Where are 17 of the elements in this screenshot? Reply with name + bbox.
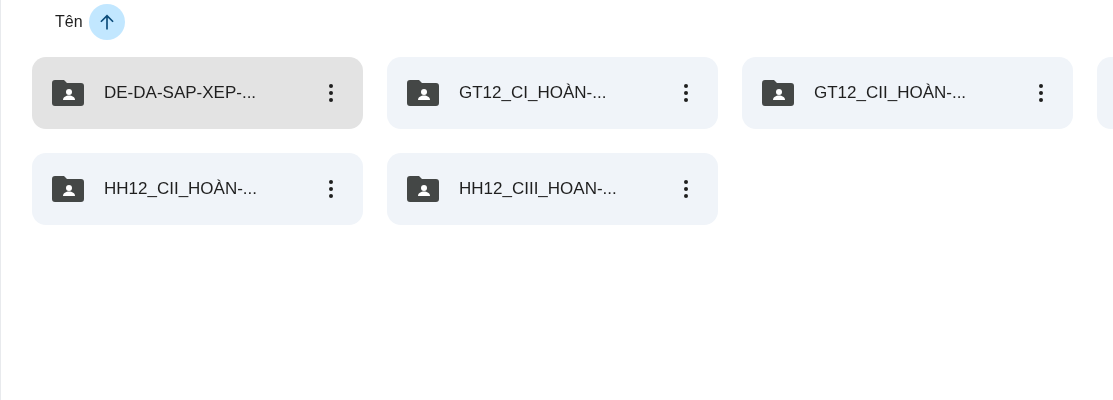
- folder-name: DE-DA-SAP-XEP-...: [104, 83, 258, 103]
- sort-direction-button[interactable]: [88, 3, 125, 40]
- folder-card[interactable]: GT12_CII_HOÀN-...: [742, 57, 1073, 129]
- folder-card[interactable]: HH12_CII_HOÀN-...: [32, 153, 363, 225]
- shared-folder-icon: [407, 80, 439, 106]
- shared-folder-icon: [52, 176, 84, 202]
- folder-name: GT12_CI_HOÀN-...: [459, 83, 608, 103]
- folder-name: HH12_CIII_HOAN-...: [459, 179, 618, 199]
- shared-folder-icon: [762, 80, 794, 106]
- folder-card[interactable]: DE-DA-SAP-XEP-...: [32, 57, 363, 129]
- folder-name: HH12_CII_HOÀN-...: [104, 179, 259, 199]
- folder-card[interactable]: GT12_CI_HOÀN-...: [387, 57, 718, 129]
- folder-card[interactable]: HH12_CIII_HOAN-...: [387, 153, 718, 225]
- shared-folder-icon: [52, 80, 84, 106]
- shared-folder-icon: [407, 176, 439, 202]
- folder-name: GT12_CII_HOÀN-...: [814, 83, 968, 103]
- sort-label: Tên: [55, 12, 83, 31]
